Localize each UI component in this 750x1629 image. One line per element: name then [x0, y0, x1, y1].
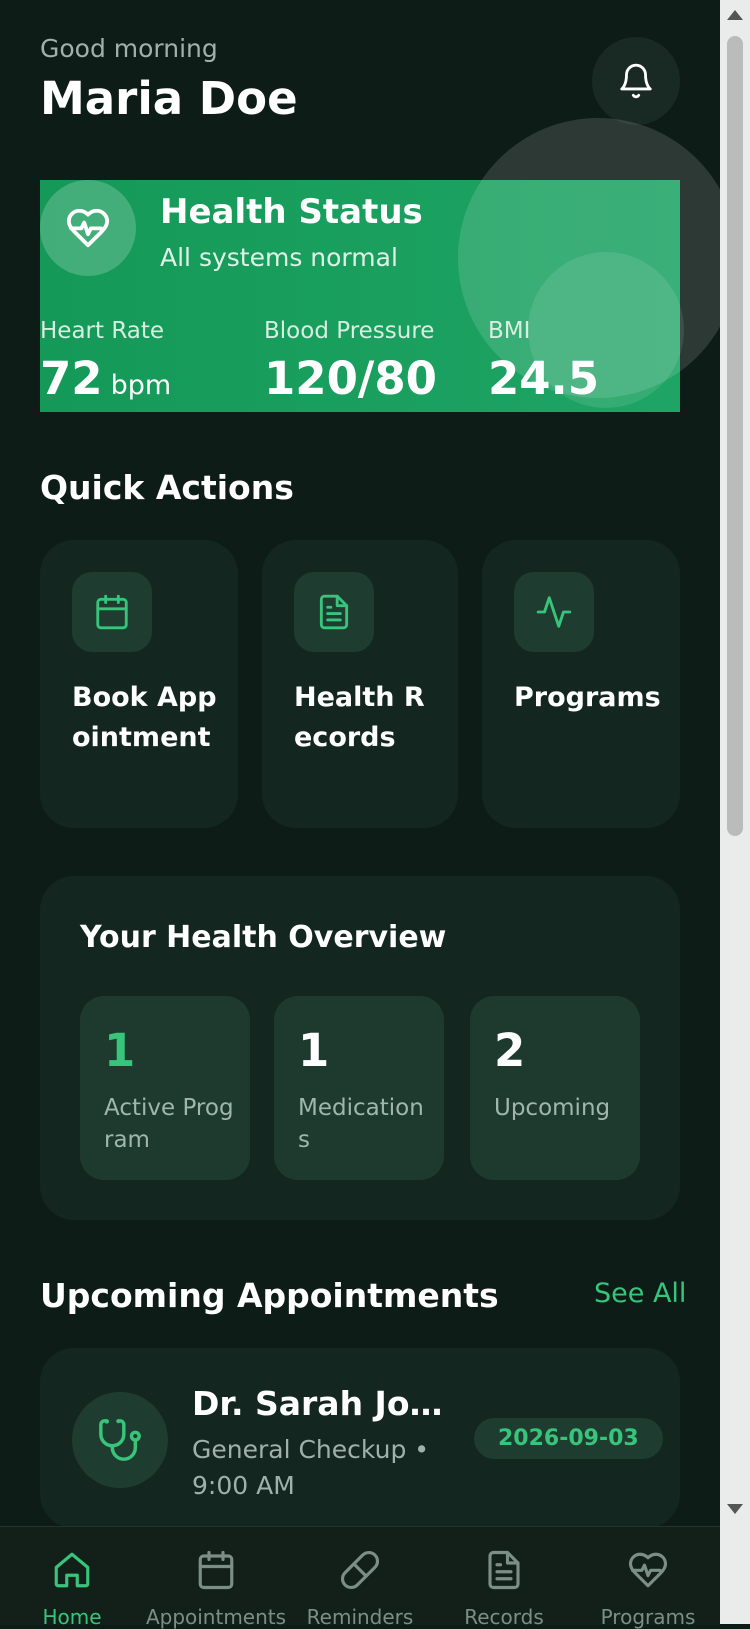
quick-action-programs[interactable]: Programs: [482, 540, 680, 828]
nav-home[interactable]: Home: [0, 1527, 144, 1629]
heart-pulse-icon: [66, 208, 110, 248]
quick-action-icon-box: [514, 572, 594, 652]
nav-label: Home: [42, 1605, 102, 1629]
user-name: Maria Doe: [40, 72, 298, 125]
metric-blood-pressure: Blood Pressure 120/80: [264, 318, 437, 405]
stat-label: Active Program: [104, 1095, 234, 1153]
metric-value: 72 bpm: [40, 352, 171, 405]
heart-rate-unit: bpm: [110, 370, 172, 401]
stat-label: Upcoming: [494, 1095, 611, 1121]
quick-action-label: Book Appointment: [72, 682, 217, 753]
quick-action-icon-box: [72, 572, 152, 652]
metric-label: Blood Pressure: [264, 318, 435, 344]
health-status-card[interactable]: Health Status All systems normal Heart R…: [40, 118, 738, 412]
appointment-time: 9:00 AM: [192, 1471, 295, 1500]
vertical-scrollbar[interactable]: [720, 0, 750, 1624]
metric-bmi: BMI 24.5: [488, 318, 599, 405]
calendar-icon: [96, 594, 128, 630]
appointment-detail: General Checkup • 9:00 AM: [192, 1432, 442, 1504]
stat-medications[interactable]: 1 Medications: [274, 996, 444, 1180]
upcoming-appointments-title: Upcoming Appointments: [40, 1276, 499, 1315]
greeting-text: Good morning: [40, 34, 218, 63]
home-screen: Good morning Maria Doe Health Status All…: [0, 0, 738, 1629]
health-status-icon-circle: [40, 180, 136, 276]
scroll-up-arrow-icon[interactable]: [727, 10, 743, 20]
bottom-navigation: Home Appointments Reminders Records Prog…: [0, 1526, 720, 1629]
appointment-separator: •: [414, 1435, 430, 1464]
scrollbar-thumb[interactable]: [727, 36, 743, 836]
metric-label: BMI: [488, 318, 531, 344]
stat-upcoming[interactable]: 2 Upcoming: [470, 996, 640, 1180]
health-overview-title: Your Health Overview: [80, 920, 447, 955]
home-icon: [54, 1552, 90, 1588]
heart-rate-value: 72: [40, 352, 103, 405]
health-status-title: Health Status: [160, 192, 423, 232]
document-icon: [319, 594, 349, 630]
quick-action-icon-box: [294, 572, 374, 652]
nav-label: Records: [464, 1605, 544, 1629]
health-overview-card: Your Health Overview 1 Active Program 1 …: [40, 876, 680, 1220]
stethoscope-icon: [99, 1419, 141, 1461]
notifications-button[interactable]: [592, 37, 680, 125]
pill-icon: [340, 1550, 380, 1590]
heart-pulse-icon: [628, 1552, 668, 1588]
bmi-value: 24.5: [488, 352, 600, 405]
health-status-subtitle: All systems normal: [160, 243, 398, 272]
nav-programs[interactable]: Programs: [576, 1527, 720, 1629]
appointment-doctor: Dr. Sarah Johnson: [192, 1384, 462, 1423]
quick-action-book-appointment[interactable]: Book Appointment: [40, 540, 238, 828]
stat-label: Medications: [298, 1095, 424, 1153]
appointment-card[interactable]: Dr. Sarah Johnson General Checkup • 9:00…: [40, 1348, 680, 1528]
nav-reminders[interactable]: Reminders: [288, 1527, 432, 1629]
nav-label: Appointments: [145, 1605, 287, 1629]
nav-records[interactable]: Records: [432, 1527, 576, 1629]
metric-label: Heart Rate: [40, 318, 165, 344]
quick-action-label: Programs: [514, 682, 661, 713]
quick-actions-title: Quick Actions: [40, 468, 294, 507]
nav-label: Reminders: [306, 1605, 414, 1629]
appointment-type: General Checkup: [192, 1435, 407, 1464]
nav-appointments[interactable]: Appointments: [144, 1527, 288, 1629]
stat-value: 1: [104, 1024, 136, 1077]
nav-label: Programs: [600, 1605, 696, 1629]
blood-pressure-value: 120/80: [264, 352, 437, 405]
appointment-icon-circle: [72, 1392, 168, 1488]
activity-icon: [536, 596, 572, 628]
appointment-date-badge: 2026-09-03: [474, 1418, 663, 1459]
see-all-link[interactable]: See All: [594, 1278, 686, 1309]
calendar-icon: [198, 1550, 234, 1590]
stat-value: 1: [298, 1024, 330, 1077]
document-icon: [488, 1550, 520, 1590]
scroll-down-arrow-icon[interactable]: [727, 1504, 743, 1514]
quick-action-label: Health Records: [294, 682, 425, 753]
stat-value: 2: [494, 1024, 526, 1077]
metric-heart-rate: Heart Rate 72 bpm: [40, 318, 171, 405]
stat-active-program[interactable]: 1 Active Program: [80, 996, 250, 1180]
quick-action-health-records[interactable]: Health Records: [262, 540, 458, 828]
bell-icon: [620, 63, 652, 99]
